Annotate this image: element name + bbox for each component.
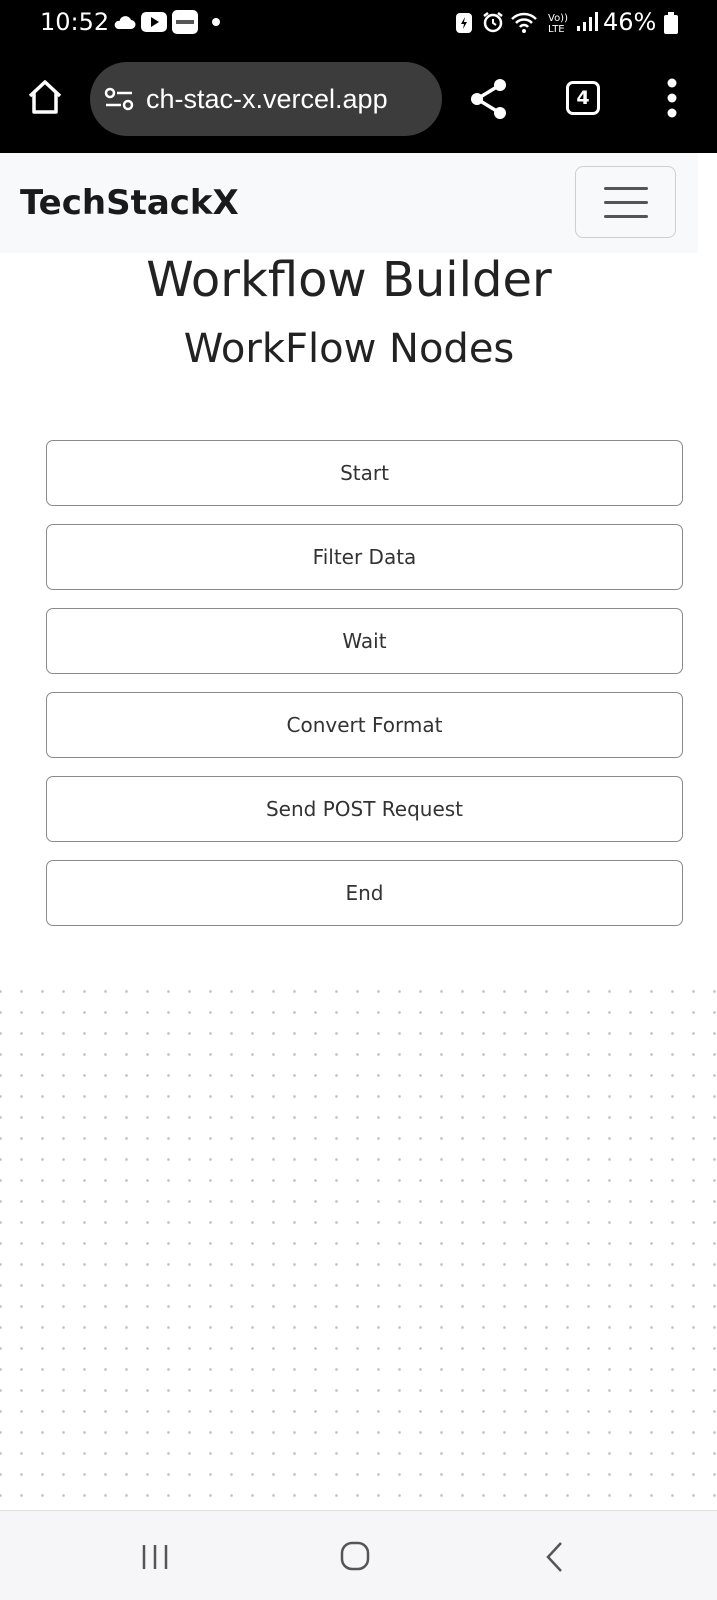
status-bar: 10:52 Vo)) LTE 46%: [0, 0, 717, 48]
node-filter-data-button[interactable]: Filter Data: [46, 524, 683, 590]
paytm-icon: [172, 10, 198, 34]
brand-logo-text[interactable]: TechStackX: [20, 183, 239, 223]
section-subtitle: WorkFlow Nodes: [183, 326, 515, 372]
address-bar[interactable]: ch-stac-x.vercel.app: [90, 62, 442, 136]
workflow-canvas[interactable]: [0, 975, 717, 1510]
youtube-icon: [141, 12, 167, 32]
page-title: Workflow Builder: [146, 252, 552, 308]
browser-toolbar: ch-stac-x.vercel.app 4: [0, 48, 717, 153]
status-time: 10:52: [40, 8, 110, 36]
alarm-icon: [483, 12, 503, 33]
tab-switcher-button[interactable]: 4: [566, 81, 600, 115]
node-convert-format-button[interactable]: Convert Format: [46, 692, 683, 758]
wifi-icon: [511, 12, 537, 33]
home-circle-icon[interactable]: [340, 1541, 370, 1571]
node-wait-button[interactable]: Wait: [46, 608, 683, 674]
battery-icon: [664, 12, 678, 34]
navbar-toggler-button[interactable]: [575, 166, 676, 238]
data-saver-icon: [456, 13, 472, 33]
node-start-button[interactable]: Start: [46, 440, 683, 506]
signal-icon: [577, 12, 598, 31]
share-icon[interactable]: [470, 78, 508, 120]
node-send-post-request-button[interactable]: Send POST Request: [46, 776, 683, 842]
svg-text:LTE: LTE: [548, 24, 565, 34]
svg-text:Vo)): Vo)): [548, 13, 568, 24]
system-navigation-bar: [0, 1510, 717, 1600]
battery-percent: 46%: [603, 8, 657, 36]
cloud-icon: [114, 16, 136, 29]
volte-icon: Vo)) LTE: [548, 13, 568, 34]
url-text: ch-stac-x.vercel.app: [146, 83, 388, 114]
recent-apps-icon[interactable]: [140, 1543, 170, 1571]
home-icon[interactable]: [26, 78, 64, 116]
more-vert-icon[interactable]: [664, 78, 680, 118]
site-settings-icon[interactable]: [104, 87, 134, 111]
dot-icon: [212, 18, 220, 26]
back-icon[interactable]: [545, 1541, 565, 1573]
workflow-node-list: Start Filter Data Wait Convert Format Se…: [46, 440, 683, 944]
site-navbar: TechStackX: [0, 153, 698, 253]
tab-count: 4: [576, 87, 590, 109]
node-end-button[interactable]: End: [46, 860, 683, 926]
